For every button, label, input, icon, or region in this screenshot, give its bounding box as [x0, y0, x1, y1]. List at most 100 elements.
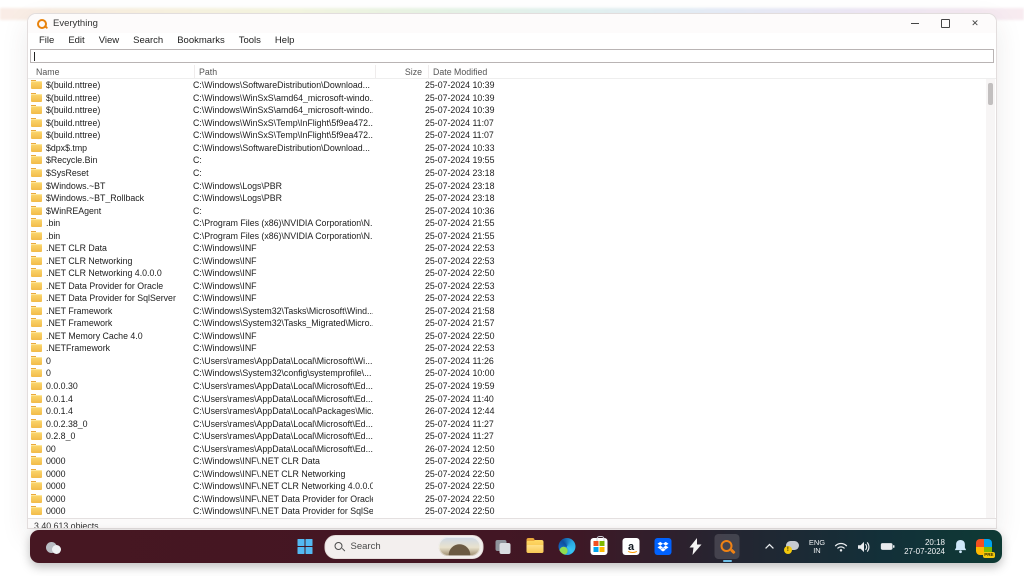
copilot-preview-icon[interactable]: PRE	[976, 539, 992, 555]
file-date-modified: 25-07-2024 23:18	[421, 193, 984, 203]
column-header-size[interactable]: Size	[376, 65, 429, 78]
folder-icon	[31, 332, 42, 340]
tray-chevron-up-icon[interactable]	[764, 542, 775, 551]
file-name: 0000	[46, 506, 66, 516]
wifi-icon[interactable]	[834, 541, 848, 552]
file-row[interactable]: $(build.nttree) C:\Windows\WinSxS\amd64_…	[28, 104, 984, 117]
clock[interactable]: 20:18 27-07-2024	[904, 538, 945, 556]
file-row[interactable]: 0.0.2.38_0 C:\Users\rames\AppData\Local\…	[28, 417, 984, 430]
edge-button[interactable]	[555, 534, 580, 559]
preview-badge: PRE	[983, 552, 995, 558]
file-row[interactable]: 00 C:\Users\rames\AppData\Local\Microsof…	[28, 442, 984, 455]
scrollbar-thumb[interactable]	[988, 83, 993, 105]
file-row[interactable]: 0000 C:\Windows\INF\.NET Data Provider f…	[28, 505, 984, 518]
file-row[interactable]: 0000 C:\Windows\INF\.NET Data Provider f…	[28, 493, 984, 506]
search-input[interactable]	[30, 49, 994, 63]
file-row[interactable]: $(build.nttree) C:\Windows\SoftwareDistr…	[28, 79, 984, 92]
file-row[interactable]: .NET Data Provider for SqlServer C:\Wind…	[28, 292, 984, 305]
menu-file[interactable]: File	[32, 35, 61, 46]
start-button[interactable]	[293, 534, 318, 559]
file-row[interactable]: $Windows.~BT C:\Windows\Logs\PBR 25-07-2…	[28, 179, 984, 192]
file-date-modified: 25-07-2024 22:50	[421, 506, 984, 516]
taskbar-search[interactable]: Search	[325, 535, 484, 559]
column-header-name[interactable]: Name	[28, 65, 195, 78]
folder-icon	[31, 482, 42, 490]
file-row[interactable]: $Windows.~BT_Rollback C:\Windows\Logs\PB…	[28, 192, 984, 205]
menu-help[interactable]: Help	[268, 35, 302, 46]
file-row[interactable]: .bin C:\Program Files (x86)\NVIDIA Corpo…	[28, 229, 984, 242]
lightning-app-button[interactable]	[683, 534, 708, 559]
file-name: .NET Framework	[46, 306, 112, 316]
file-row[interactable]: .bin C:\Program Files (x86)\NVIDIA Corpo…	[28, 217, 984, 230]
file-row[interactable]: 0.0.1.4 C:\Users\rames\AppData\Local\Pac…	[28, 405, 984, 418]
file-row[interactable]: .NET Framework C:\Windows\System32\Tasks…	[28, 317, 984, 330]
amazon-button[interactable]: a	[619, 534, 644, 559]
file-row[interactable]: .NET CLR Networking 4.0.0.0 C:\Windows\I…	[28, 267, 984, 280]
column-header-path[interactable]: Path	[195, 65, 376, 78]
menu-tools[interactable]: Tools	[232, 35, 268, 46]
vertical-scrollbar[interactable]	[986, 79, 995, 518]
file-name: 00	[46, 444, 56, 454]
file-row[interactable]: $SysReset C: 25-07-2024 23:18	[28, 167, 984, 180]
file-row[interactable]: $Recycle.Bin C: 25-07-2024 19:55	[28, 154, 984, 167]
folder-icon	[31, 257, 42, 265]
file-explorer-button[interactable]	[523, 534, 548, 559]
volume-icon[interactable]	[857, 541, 871, 553]
column-header-date[interactable]: Date Modified	[429, 65, 984, 78]
file-row[interactable]: .NET Data Provider for Oracle C:\Windows…	[28, 280, 984, 293]
file-date-modified: 25-07-2024 22:50	[421, 268, 984, 278]
file-row[interactable]: 0000 C:\Windows\INF\.NET CLR Networking …	[28, 467, 984, 480]
folder-icon	[31, 219, 42, 227]
file-name: $dpx$.tmp	[46, 143, 87, 153]
menu-view[interactable]: View	[92, 35, 126, 46]
file-name: .NET CLR Networking	[46, 256, 132, 266]
file-row[interactable]: .NET Memory Cache 4.0 C:\Windows\INF 25-…	[28, 330, 984, 343]
battery-icon[interactable]	[880, 541, 895, 552]
everything-taskbar-button[interactable]	[715, 534, 740, 559]
file-row[interactable]: 0.0.0.30 C:\Users\rames\AppData\Local\Mi…	[28, 380, 984, 393]
file-row[interactable]: .NET CLR Data C:\Windows\INF 25-07-2024 …	[28, 242, 984, 255]
file-row[interactable]: 0000 C:\Windows\INF\.NET CLR Networking …	[28, 480, 984, 493]
maximize-button[interactable]	[930, 15, 960, 32]
file-row[interactable]: 0.0.1.4 C:\Users\rames\AppData\Local\Mic…	[28, 392, 984, 405]
menu-search[interactable]: Search	[126, 35, 170, 46]
microsoft-store-button[interactable]	[587, 534, 612, 559]
file-date-modified: 25-07-2024 21:58	[421, 306, 984, 316]
file-row[interactable]: $WinREAgent C: 25-07-2024 10:36	[28, 204, 984, 217]
text-caret	[34, 52, 35, 61]
taskbar-search-placeholder: Search	[351, 541, 433, 552]
file-row[interactable]: 0.2.8_0 C:\Users\rames\AppData\Local\Mic…	[28, 430, 984, 443]
file-row[interactable]: 0 C:\Users\rames\AppData\Local\Microsoft…	[28, 355, 984, 368]
results-list: Name Path Size Date Modified $(build.ntt…	[28, 65, 996, 518]
title-bar[interactable]: Everything ✕	[28, 14, 996, 33]
language-indicator[interactable]: ENG IN	[809, 539, 825, 554]
file-row[interactable]: $(build.nttree) C:\Windows\WinSxS\Temp\I…	[28, 129, 984, 142]
file-row[interactable]: .NET Framework C:\Windows\System32\Tasks…	[28, 305, 984, 318]
file-date-modified: 25-07-2024 21:57	[421, 318, 984, 328]
file-row[interactable]: .NET CLR Networking C:\Windows\INF 25-07…	[28, 254, 984, 267]
file-row[interactable]: 0 C:\Windows\System32\config\systemprofi…	[28, 367, 984, 380]
file-date-modified: 25-07-2024 10:39	[421, 80, 984, 90]
dropbox-button[interactable]	[651, 534, 676, 559]
weather-widget-icon[interactable]	[46, 541, 63, 553]
file-row[interactable]: 0000 C:\Windows\INF\.NET CLR Data 25-07-…	[28, 455, 984, 468]
file-date-modified: 26-07-2024 12:50	[421, 444, 984, 454]
object-count: 3,40,613 objects	[34, 521, 99, 528]
minimize-icon	[911, 23, 919, 24]
notification-bell-icon[interactable]	[954, 539, 967, 554]
file-path: C:\Users\rames\AppData\Local\Microsoft\E…	[189, 431, 373, 441]
menu-bookmarks[interactable]: Bookmarks	[170, 35, 232, 46]
menu-edit[interactable]: Edit	[61, 35, 91, 46]
folder-icon	[31, 144, 42, 152]
minimize-button[interactable]	[900, 15, 930, 32]
file-row[interactable]: .NETFramework C:\Windows\INF 25-07-2024 …	[28, 342, 984, 355]
window-title: Everything	[53, 18, 98, 29]
file-path: C:\Windows\INF	[189, 243, 373, 253]
file-row[interactable]: $(build.nttree) C:\Windows\WinSxS\amd64_…	[28, 92, 984, 105]
onedrive-warning-icon[interactable]: !	[784, 541, 800, 553]
task-view-button[interactable]	[491, 534, 516, 559]
close-button[interactable]: ✕	[960, 15, 990, 32]
file-path: C:	[189, 206, 373, 216]
file-row[interactable]: $(build.nttree) C:\Windows\WinSxS\Temp\I…	[28, 117, 984, 130]
file-row[interactable]: $dpx$.tmp C:\Windows\SoftwareDistributio…	[28, 142, 984, 155]
